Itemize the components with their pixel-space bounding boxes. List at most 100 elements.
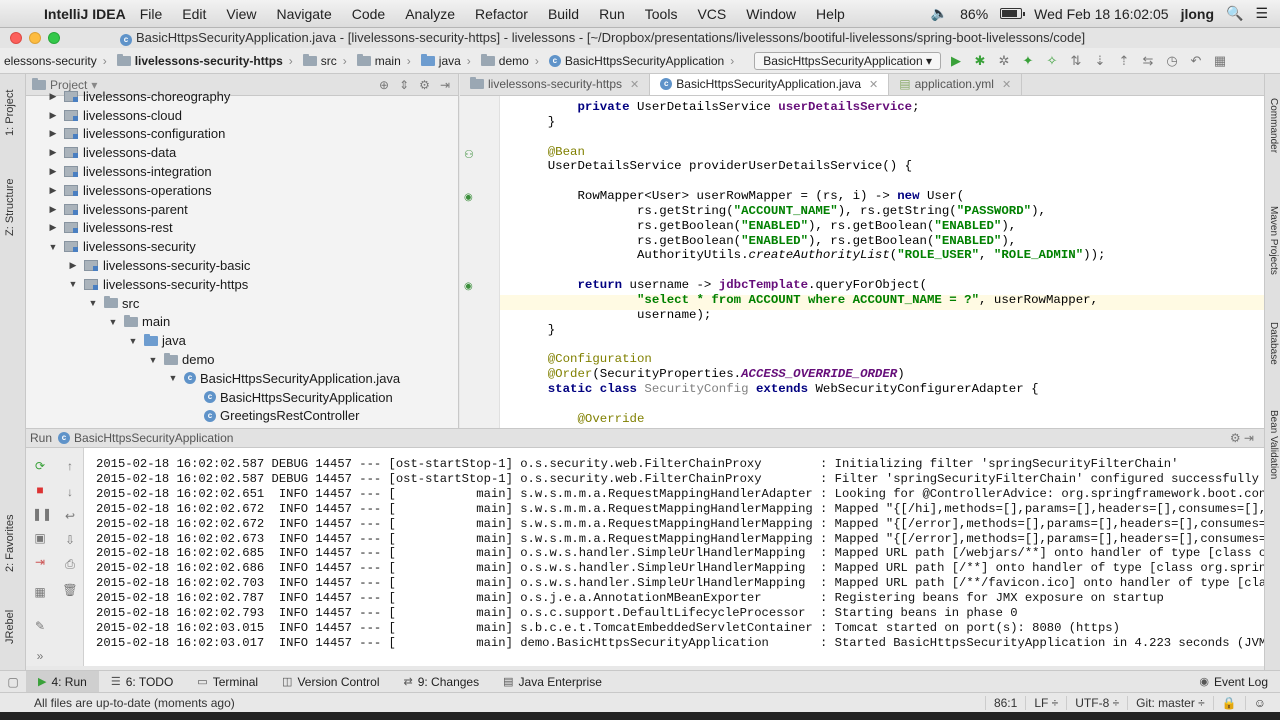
collapsed-arrow-icon[interactable]: ▶ (46, 91, 60, 102)
status-message[interactable]: All files are up-to-date (moments ago) (0, 696, 235, 710)
expanded-arrow-icon[interactable]: ▼ (126, 336, 140, 346)
tree-item[interactable]: ▼ java (26, 331, 458, 350)
project-tool-tab[interactable]: 1: Project (4, 90, 16, 136)
caret-position[interactable]: 86:1 (984, 695, 1025, 710)
version-control-tool-tab[interactable]: ◫ Version Control (270, 671, 391, 693)
scroll-up-icon[interactable]: ↑ (62, 458, 78, 474)
java-enterprise-tool-tab[interactable]: ▤ Java Enterprise (491, 671, 614, 693)
menu-file[interactable]: File (140, 6, 163, 22)
lock-icon[interactable]: 🔒 (1212, 695, 1245, 710)
collapsed-arrow-icon[interactable]: ▶ (66, 260, 80, 271)
breadcrumb-java[interactable]: java › (417, 53, 477, 68)
implements-gutter-icon[interactable]: ◉ (464, 281, 473, 292)
restore-layout-icon[interactable]: ▦ (32, 584, 48, 600)
jrebel-debug-icon[interactable]: ✧ (1043, 52, 1061, 70)
expanded-arrow-icon[interactable]: ▼ (66, 279, 80, 289)
clock[interactable]: Wed Feb 18 16:02:05 (1034, 6, 1168, 22)
tree-item[interactable]: ▶ livelessons-integration (26, 162, 458, 181)
code-content[interactable]: private UserDetailsService userDetailsSe… (518, 100, 1106, 427)
tab-livelessons-security-https[interactable]: livelessons-security-https ✕ (460, 74, 651, 95)
breadcrumb-module[interactable]: elessons-security › (0, 54, 113, 68)
event-log-tool-tab[interactable]: ◉ Event Log (1187, 671, 1280, 693)
tree-item[interactable]: ▶ livelessons-cloud (26, 106, 458, 125)
breadcrumb-demo[interactable]: demo › (477, 53, 545, 68)
expanded-arrow-icon[interactable]: ▼ (166, 373, 180, 383)
vcs-commit-icon[interactable]: ⇡ (1115, 52, 1133, 70)
bean-gutter-icon[interactable]: ⚇ (464, 148, 474, 161)
rerun-icon[interactable]: ⟳ (32, 458, 48, 474)
git-branch-widget[interactable]: Git: master ÷ (1127, 695, 1213, 710)
collapsed-arrow-icon[interactable]: ▶ (46, 204, 60, 215)
vcs-compare-icon[interactable]: ⇆ (1139, 52, 1157, 70)
tree-item[interactable]: c GreetingsRestController (26, 407, 458, 426)
maven-projects-tool-tab[interactable]: Maven Projects (1268, 206, 1279, 275)
breadcrumb-submodule[interactable]: livelessons-security-https › (113, 53, 299, 68)
print-icon[interactable]: ⎙ (62, 556, 78, 572)
menu-code[interactable]: Code (352, 6, 385, 22)
tree-item[interactable]: ▼ demo (26, 350, 458, 369)
collapsed-arrow-icon[interactable]: ▶ (46, 147, 60, 158)
expanded-arrow-icon[interactable]: ▼ (46, 242, 60, 252)
run-tool-tab[interactable]: ▶ 4: Run (26, 670, 99, 693)
tree-item[interactable]: ▼ main (26, 313, 458, 332)
tree-item[interactable]: ▶ livelessons-security-basic (26, 256, 458, 275)
soft-wrap-icon[interactable]: ↩ (62, 508, 78, 524)
menu-navigate[interactable]: Navigate (276, 6, 331, 22)
vcs-update-icon[interactable]: ⇣ (1091, 52, 1109, 70)
menu-run[interactable]: Run (599, 6, 625, 22)
menu-view[interactable]: View (226, 6, 256, 22)
menu-tools[interactable]: Tools (645, 6, 678, 22)
stop-icon[interactable]: ■ (32, 482, 48, 498)
expanded-arrow-icon[interactable]: ▼ (106, 317, 120, 327)
breadcrumb-class[interactable]: c BasicHttpsSecurityApplication › (545, 54, 740, 68)
menu-vcs[interactable]: VCS (697, 6, 726, 22)
coverage-icon[interactable]: ✲ (995, 52, 1013, 70)
breadcrumb-main[interactable]: main › (353, 53, 417, 68)
run-console[interactable]: 2015-02-18 16:02:02.587 DEBUG 14457 --- … (84, 448, 1264, 666)
tree-item[interactable]: c BasicHttpsSecurityApplication (26, 388, 458, 407)
collapsed-arrow-icon[interactable]: ▶ (46, 222, 60, 233)
todo-tool-tab[interactable]: ☰ 6: TODO (99, 671, 185, 693)
expanded-arrow-icon[interactable]: ▼ (146, 355, 160, 365)
jrebel-tool-tab[interactable]: JRebel (4, 610, 16, 644)
database-tool-tab[interactable]: Database (1268, 322, 1279, 365)
clear-all-icon[interactable]: 🗑 (62, 582, 78, 598)
tree-item[interactable]: ▼ c BasicHttpsSecurityApplication.java (26, 369, 458, 388)
menu-analyze[interactable]: Analyze (405, 6, 455, 22)
run-configuration-dropdown[interactable]: BasicHttpsSecurityApplication ▾ (754, 51, 941, 70)
close-icon[interactable]: ✕ (1002, 78, 1011, 91)
spotlight-search-icon[interactable]: 🔍 (1226, 5, 1243, 22)
close-icon[interactable]: ✕ (869, 78, 878, 91)
expanded-arrow-icon[interactable]: ▼ (86, 298, 100, 308)
dump-threads-icon[interactable]: ▣ (32, 530, 48, 546)
inspection-icon[interactable]: ☺ (1244, 695, 1274, 710)
changes-tool-tab[interactable]: ⇄ 9: Changes (392, 671, 492, 693)
undo-icon[interactable]: ↶ (1187, 52, 1205, 70)
user-name[interactable]: jlong (1181, 6, 1214, 22)
menu-edit[interactable]: Edit (182, 6, 206, 22)
menu-help[interactable]: Help (816, 6, 845, 22)
scroll-down-icon[interactable]: ↓ (62, 484, 78, 500)
tree-item[interactable]: ▶ livelessons-operations (26, 181, 458, 200)
favorites-tool-tab[interactable]: 2: Favorites (4, 515, 16, 572)
close-window-button[interactable] (10, 32, 22, 44)
minimize-window-button[interactable] (29, 32, 41, 44)
breadcrumb-src[interactable]: src › (299, 53, 353, 68)
tab-basic-https-security-application[interactable]: c BasicHttpsSecurityApplication.java ✕ (650, 74, 890, 95)
toggle-tool-windows-icon[interactable]: ▢ (0, 675, 26, 689)
tree-item[interactable]: ▼ livelessons-security-https (26, 275, 458, 294)
redo-icon[interactable]: ▦ (1211, 52, 1229, 70)
gear-icon[interactable]: ⚙ ⇥ (1230, 431, 1254, 445)
close-icon[interactable]: ✕ (630, 78, 639, 91)
notification-center-icon[interactable]: ☰ (1255, 5, 1268, 22)
jrebel-run-icon[interactable]: ✦ (1019, 52, 1037, 70)
tree-item[interactable]: ▶ livelessons-choreography (26, 87, 458, 106)
update-project-icon[interactable]: ⇅ (1067, 52, 1085, 70)
scroll-to-end-icon[interactable]: ⇩ (62, 532, 78, 548)
collapsed-arrow-icon[interactable]: ▶ (46, 185, 60, 196)
menu-build[interactable]: Build (548, 6, 579, 22)
tree-item[interactable]: ▶ livelessons-rest (26, 219, 458, 238)
debug-icon[interactable]: ✱ (971, 52, 989, 70)
structure-tool-tab[interactable]: Z: Structure (4, 179, 16, 236)
commander-tool-tab[interactable]: Commander (1268, 98, 1279, 153)
